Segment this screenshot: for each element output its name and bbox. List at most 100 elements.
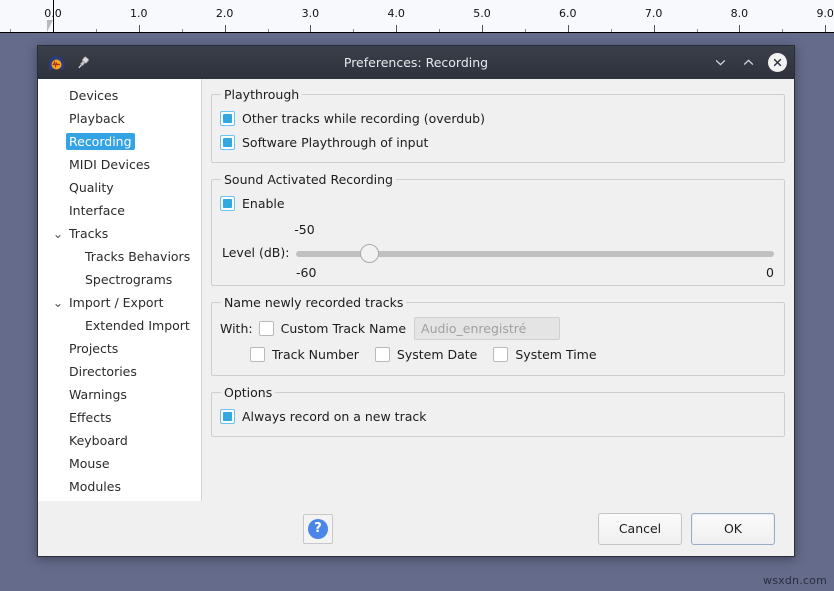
sidebar-item-playback[interactable]: ⌄Playback	[38, 107, 201, 130]
chevron-down-icon[interactable]: ⌄	[50, 226, 66, 241]
sidebar-item-interface[interactable]: ⌄Interface	[38, 199, 201, 222]
ruler-tick-minor	[611, 29, 612, 32]
sidebar-item-label: Effects	[66, 409, 115, 426]
name-new-tracks-group: Name newly recorded tracks With: Custom …	[211, 295, 785, 376]
sidebar-item-keyboard[interactable]: ⌄Keyboard	[38, 429, 201, 452]
help-button[interactable]: ?	[303, 514, 333, 544]
sidebar-item-label: Recording	[66, 133, 135, 150]
ruler-label: 5.0	[473, 7, 491, 20]
level-label: Level (dB):	[222, 245, 289, 260]
chevron-down-icon[interactable]: ⌄	[50, 295, 66, 310]
sidebar-item-label: Mouse	[66, 455, 113, 472]
timeline-ruler[interactable]: 0.01.02.03.04.05.06.07.08.09.0	[0, 0, 834, 33]
sidebar-item-extended-import[interactable]: ⌄Extended Import	[38, 314, 201, 337]
ruler-label: 1.0	[130, 7, 148, 20]
ruler-tick-minor	[96, 29, 97, 32]
ruler-label: 3.0	[302, 7, 320, 20]
sidebar-item-modules[interactable]: ⌄Modules	[38, 475, 201, 498]
cancel-button[interactable]: Cancel	[598, 513, 682, 545]
ruler-label: 8.0	[731, 7, 749, 20]
sound-activated-legend: Sound Activated Recording	[221, 172, 396, 187]
sound-activated-enable-checkbox[interactable]	[220, 196, 235, 211]
sidebar-item-label: Tracks Behaviors	[82, 248, 193, 265]
playhead-line	[53, 0, 54, 33]
dialog-titlebar[interactable]: Preferences: Recording	[38, 46, 794, 79]
sidebar-item-mouse[interactable]: ⌄Mouse	[38, 452, 201, 475]
ruler-tick-major	[739, 25, 740, 32]
ok-button[interactable]: OK	[691, 513, 775, 545]
system-time-label: System Time	[515, 347, 596, 362]
level-slider-thumb[interactable]	[360, 244, 379, 263]
sidebar-item-import-export[interactable]: ⌄Import / Export	[38, 291, 201, 314]
sidebar-item-label: Spectrograms	[82, 271, 175, 288]
options-legend: Options	[221, 385, 275, 400]
sidebar-item-label: Playback	[66, 110, 128, 127]
sidebar-item-projects[interactable]: ⌄Projects	[38, 337, 201, 360]
recording-preferences-pane: Playthrough Other tracks while recording…	[202, 79, 794, 501]
preferences-category-tree[interactable]: ⌄Devices⌄Playback⌄Recording⌄MIDI Devices…	[38, 79, 202, 501]
track-number-label: Track Number	[272, 347, 359, 362]
sidebar-item-tracks-behaviors[interactable]: ⌄Tracks Behaviors	[38, 245, 201, 268]
sound-activated-enable-row[interactable]: Enable	[220, 191, 776, 215]
name-new-tracks-legend: Name newly recorded tracks	[221, 295, 406, 310]
sidebar-item-recording[interactable]: ⌄Recording	[38, 130, 201, 153]
close-icon[interactable]	[768, 53, 787, 72]
custom-track-name-input[interactable]: Audio_enregistré	[414, 317, 560, 340]
level-slider-area: Level (dB): -50 -60 0	[220, 221, 776, 277]
sidebar-item-quality[interactable]: ⌄Quality	[38, 176, 201, 199]
ruler-label: 9.0	[816, 7, 834, 20]
sidebar-item-warnings[interactable]: ⌄Warnings	[38, 383, 201, 406]
software-playthrough-checkbox[interactable]	[220, 135, 235, 150]
dialog-title: Preferences: Recording	[38, 55, 794, 70]
always-new-track-checkbox[interactable]	[220, 409, 235, 424]
custom-track-name-label: Custom Track Name	[281, 321, 406, 336]
overdub-row[interactable]: Other tracks while recording (overdub)	[220, 106, 776, 130]
watermark: wsxdn.com	[763, 574, 827, 587]
ruler-label: 2.0	[216, 7, 234, 20]
system-date-checkbox[interactable]	[375, 347, 390, 362]
always-new-track-row[interactable]: Always record on a new track	[220, 404, 776, 428]
playhead-marker[interactable]	[47, 20, 53, 32]
ruler-tick-major	[139, 25, 140, 32]
sidebar-item-tracks[interactable]: ⌄Tracks	[38, 222, 201, 245]
sidebar-item-label: Quality	[66, 179, 117, 196]
minimize-icon[interactable]	[712, 54, 729, 71]
options-group: Options Always record on a new track	[211, 385, 785, 437]
ruler-tick-minor	[353, 29, 354, 32]
ruler-tick-minor	[10, 29, 11, 32]
sidebar-item-label: Keyboard	[66, 432, 131, 449]
software-playthrough-label: Software Playthrough of input	[242, 135, 428, 150]
sidebar-item-label: Tracks	[66, 225, 111, 242]
sidebar-item-label: Import / Export	[66, 294, 167, 311]
ruler-tick-minor	[525, 29, 526, 32]
ruler-tick-minor	[782, 29, 783, 32]
track-number-checkbox[interactable]	[250, 347, 265, 362]
ruler-tick-minor	[268, 29, 269, 32]
level-slider-min-label: -60	[296, 265, 316, 280]
always-new-track-label: Always record on a new track	[242, 409, 427, 424]
sidebar-item-effects[interactable]: ⌄Effects	[38, 406, 201, 429]
custom-track-name-checkbox[interactable]	[259, 321, 274, 336]
preferences-dialog: Preferences: Recording ⌄Devices⌄Playback…	[37, 45, 795, 557]
ruler-tick-major	[568, 25, 569, 32]
level-slider[interactable]	[296, 245, 774, 263]
sidebar-item-label: Interface	[66, 202, 128, 219]
sidebar-item-directories[interactable]: ⌄Directories	[38, 360, 201, 383]
sidebar-item-label: Directories	[66, 363, 140, 380]
sidebar-item-spectrograms[interactable]: ⌄Spectrograms	[38, 268, 201, 291]
level-slider-value: -50	[294, 222, 314, 237]
ruler-tick-minor	[182, 29, 183, 32]
playthrough-group: Playthrough Other tracks while recording…	[211, 87, 785, 163]
ruler-tick-major	[396, 25, 397, 32]
ruler-label: 6.0	[559, 7, 577, 20]
software-playthrough-row[interactable]: Software Playthrough of input	[220, 130, 776, 154]
sidebar-item-devices[interactable]: ⌄Devices	[38, 84, 201, 107]
maximize-icon[interactable]	[740, 54, 757, 71]
overdub-checkbox[interactable]	[220, 111, 235, 126]
system-time-checkbox[interactable]	[493, 347, 508, 362]
ruler-tick-major	[225, 25, 226, 32]
pin-icon[interactable]	[75, 55, 91, 71]
ruler-tick-minor	[439, 29, 440, 32]
sidebar-item-midi-devices[interactable]: ⌄MIDI Devices	[38, 153, 201, 176]
system-date-label: System Date	[397, 347, 477, 362]
